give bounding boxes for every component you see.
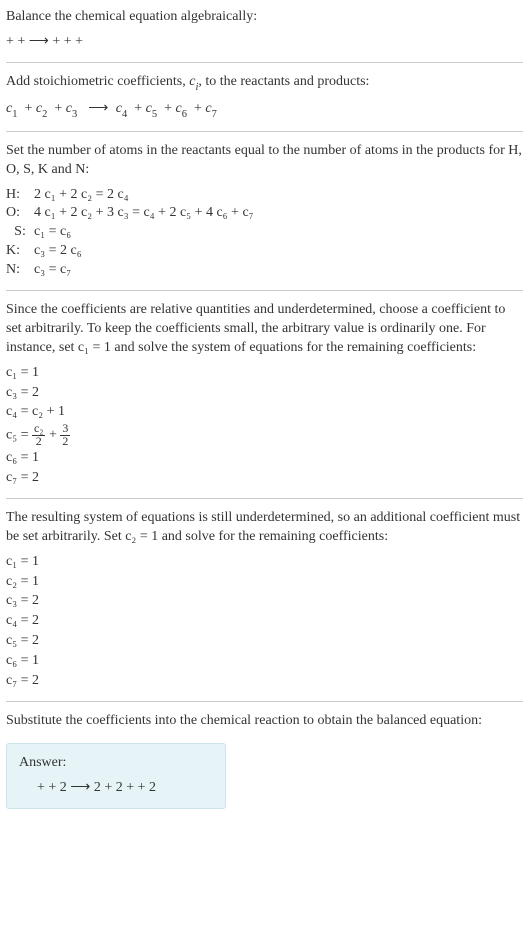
answer-reaction: + + 2 ⟶ 2 + 2 + + 2 [19, 779, 213, 798]
sol1-frac1-den: 2 [32, 436, 45, 448]
sol1-l4: c₅ = c₂ 2 + 3 2 [6, 423, 523, 448]
atoms-h-eq: = [96, 187, 107, 202]
plus-3: + [134, 101, 145, 116]
atoms-o-eq: = [132, 205, 143, 220]
divider [6, 701, 523, 702]
coeff-symbol-i: i [195, 82, 198, 93]
underdetermined-1: Since the coefficients are relative quan… [6, 301, 523, 358]
atoms-row-s: S: c₁ = c₆ [6, 223, 523, 242]
atoms-row-n: N: c₃ = c₇ [6, 261, 523, 280]
sol1-l1: c₁ = 1 [6, 364, 523, 383]
atoms-label-s: S: [6, 223, 34, 242]
atoms-label-h: H: [6, 186, 34, 205]
coeff-intro-text-2: , to the reactants and products: [198, 74, 369, 89]
atoms-o-rhs: c₄ + 2 c₅ + 4 c₆ + c₇ [143, 205, 253, 220]
sol1-l2: c₃ = 2 [6, 384, 523, 403]
atoms-eq-o: 4 c₁ + 2 c₂ + 3 c₃ = c₄ + 2 c₅ + 4 c₆ + … [34, 204, 523, 223]
sol2-l5: c₅ = 2 [6, 632, 523, 651]
atoms-table: H: 2 c₁ + 2 c₂ = 2 c₄ O: 4 c₁ + 2 c₂ + 3… [6, 186, 523, 280]
divider [6, 131, 523, 132]
sol1-l3: c₄ = c₂ + 1 [6, 403, 523, 422]
answer-box: Answer: + + 2 ⟶ 2 + 2 + + 2 [6, 743, 226, 809]
divider [6, 62, 523, 63]
sol1-frac2: 3 2 [60, 423, 70, 448]
c1-sub: 1 [12, 109, 17, 120]
atoms-row-k: K: c₃ = 2 c₆ [6, 242, 523, 261]
divider [6, 498, 523, 499]
plus-4: + [164, 101, 175, 116]
c6-sub: 6 [182, 109, 187, 120]
c6: c [176, 101, 182, 116]
atoms-n-lhs: c₃ [34, 262, 45, 277]
unbalanced-reaction: + + ⟶ + + + [6, 33, 523, 52]
c7-sub: 7 [212, 109, 217, 120]
atoms-eq-s: c₁ = c₆ [34, 223, 523, 242]
plus-5: + [194, 101, 205, 116]
c4-sub: 4 [122, 109, 127, 120]
arrow-1: ⟶ [84, 101, 112, 116]
atoms-h-lhs: 2 c₁ + 2 c₂ [34, 187, 92, 202]
c2-sub: 2 [42, 109, 47, 120]
balance-title: Balance the chemical equation algebraica… [6, 8, 523, 27]
plus-2: + [54, 101, 65, 116]
solution-1: c₁ = 1 c₃ = 2 c₄ = c₂ + 1 c₅ = c₂ 2 + 3 … [6, 364, 523, 488]
sol2-l1: c₁ = 1 [6, 553, 523, 572]
sol1-l4-plus: + [49, 428, 60, 443]
sol2-l2: c₂ = 1 [6, 573, 523, 592]
coeff-reaction: c1 + c2 + c3 ⟶ c4 + c5 + c6 + c7 [6, 100, 523, 121]
solution-2: c₁ = 1 c₂ = 1 c₃ = 2 c₄ = 2 c₅ = 2 c₆ = … [6, 553, 523, 691]
atoms-n-eq: = [49, 262, 60, 277]
atoms-h-rhs: 2 c₄ [107, 187, 129, 202]
atoms-k-lhs: c₃ [34, 243, 45, 258]
coeff-intro: Add stoichiometric coefficients, ci, to … [6, 73, 523, 94]
atoms-s-rhs: c₆ [60, 224, 71, 239]
sol1-l6: c₇ = 2 [6, 469, 523, 488]
atoms-s-lhs: c₁ [34, 224, 45, 239]
c5-sub: 5 [152, 109, 157, 120]
sol2-l7: c₇ = 2 [6, 672, 523, 691]
atoms-k-rhs: 2 c₆ [60, 243, 82, 258]
atoms-label-o: O: [6, 204, 34, 223]
c5: c [146, 101, 152, 116]
sol2-l6: c₆ = 1 [6, 652, 523, 671]
atoms-n-rhs: c₇ [60, 262, 71, 277]
plus-1: + [24, 101, 35, 116]
c3-sub: 3 [72, 109, 77, 120]
atoms-eq-n: c₃ = c₇ [34, 261, 523, 280]
substitute-text: Substitute the coefficients into the che… [6, 712, 523, 731]
atoms-o-lhs: 4 c₁ + 2 c₂ + 3 c₃ [34, 205, 129, 220]
atoms-s-eq: = [49, 224, 60, 239]
atoms-label-n: N: [6, 261, 34, 280]
atoms-eq-h: 2 c₁ + 2 c₂ = 2 c₄ [34, 186, 523, 205]
c7: c [205, 101, 211, 116]
underdetermined-2: The resulting system of equations is sti… [6, 509, 523, 547]
sol1-frac1: c₂ 2 [32, 423, 45, 448]
atoms-k-eq: = [49, 243, 60, 258]
atoms-label-k: K: [6, 242, 34, 261]
sol1-l5: c₆ = 1 [6, 449, 523, 468]
sol1-l4-prefix: c₅ = [6, 428, 32, 443]
sol2-l3: c₃ = 2 [6, 592, 523, 611]
atoms-row-h: H: 2 c₁ + 2 c₂ = 2 c₄ [6, 186, 523, 205]
atoms-eq-k: c₃ = 2 c₆ [34, 242, 523, 261]
atoms-intro: Set the number of atoms in the reactants… [6, 142, 523, 180]
sol2-l4: c₄ = 2 [6, 612, 523, 631]
atoms-row-o: O: 4 c₁ + 2 c₂ + 3 c₃ = c₄ + 2 c₅ + 4 c₆… [6, 204, 523, 223]
divider [6, 290, 523, 291]
coeff-intro-text-1: Add stoichiometric coefficients, [6, 74, 189, 89]
answer-label: Answer: [19, 754, 213, 773]
sol1-frac2-den: 2 [60, 436, 70, 448]
